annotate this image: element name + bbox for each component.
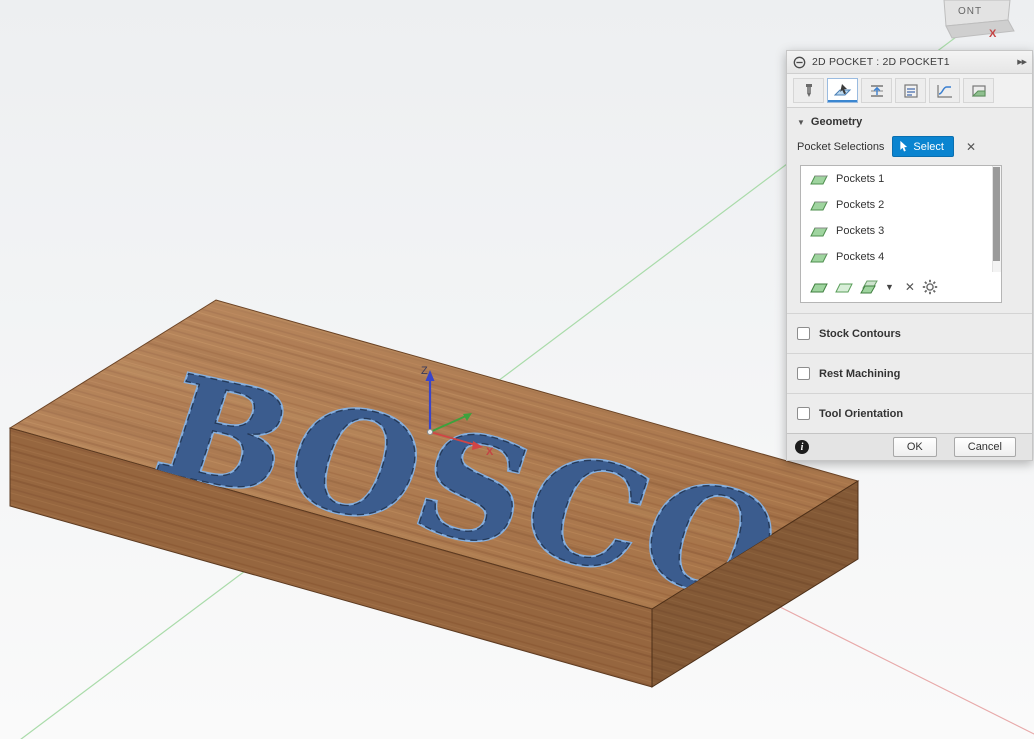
- pocket-item-label: Pockets 2: [836, 199, 884, 211]
- passes-icon: [902, 82, 920, 100]
- tool-orientation-label: Tool Orientation: [819, 408, 903, 420]
- geometry-select-icon: [834, 82, 852, 100]
- pocket-face-icon: [810, 251, 828, 264]
- tool-cutter-icon: [800, 82, 818, 100]
- view-cube[interactable]: ONT X: [944, 0, 1014, 40]
- pocket-item-label: Pockets 4: [836, 251, 884, 263]
- selection-mode-toolbar: ▼ ✕: [801, 272, 1001, 302]
- pocket-list-item-1[interactable]: Pockets 1: [801, 166, 1001, 192]
- tab-heights[interactable]: [861, 78, 892, 103]
- dialog-tab-strip: [787, 74, 1032, 108]
- section-collapse-triangle-icon: ▼: [797, 118, 805, 127]
- list-scrollbar-thumb[interactable]: [993, 167, 1000, 261]
- geometry-section-label: Geometry: [811, 116, 862, 128]
- rest-machining-label: Rest Machining: [819, 368, 900, 380]
- application-window: BOSCO BOSCO Z X ONT X: [0, 0, 1034, 739]
- select-button-label: Select: [913, 141, 944, 153]
- rest-machining-row: Rest Machining: [787, 353, 1032, 393]
- select-stacked-mode-icon[interactable]: [860, 280, 878, 294]
- origin-point: [427, 429, 432, 434]
- dialog-title: 2D POCKET : 2D POCKET1: [812, 56, 1011, 68]
- tab-geometry[interactable]: [827, 78, 858, 103]
- cancel-button[interactable]: Cancel: [954, 437, 1016, 457]
- info-icon-glyph: i: [801, 442, 804, 453]
- collapse-dialog-icon[interactable]: [793, 56, 806, 69]
- select-pocket-mode-icon[interactable]: [810, 281, 828, 294]
- stock-contours-checkbox[interactable]: [797, 327, 810, 340]
- 2d-pocket-dialog: 2D POCKET : 2D POCKET1 ▶▶: [786, 50, 1033, 461]
- cursor-arrow-icon: [899, 140, 908, 153]
- select-button[interactable]: Select: [892, 136, 954, 157]
- z-axis-label: Z: [421, 365, 428, 377]
- x-axis-label: X: [486, 446, 494, 458]
- pocket-face-icon: [810, 225, 828, 238]
- remove-selection-icon[interactable]: ✕: [905, 281, 915, 293]
- pocket-face-icon: [810, 199, 828, 212]
- pocket-list-rows: Pockets 1 Pockets 2 Pockets 3: [801, 166, 1001, 272]
- tab-linking[interactable]: [929, 78, 960, 103]
- pocket-list-item-3[interactable]: Pockets 3: [801, 218, 1001, 244]
- tool-orientation-checkbox[interactable]: [797, 407, 810, 420]
- pocket-face-icon: [810, 173, 828, 186]
- view-cube-x-label: X: [989, 28, 997, 40]
- tab-tool[interactable]: [793, 78, 824, 103]
- pocket-item-label: Pockets 3: [836, 225, 884, 237]
- pocket-item-label: Pockets 1: [836, 173, 884, 185]
- linking-icon: [936, 82, 954, 100]
- stock-contours-label: Stock Contours: [819, 328, 901, 340]
- pocket-selections-label: Pocket Selections: [797, 141, 884, 153]
- select-face-mode-icon[interactable]: [835, 281, 853, 294]
- ok-button[interactable]: OK: [893, 437, 937, 457]
- tab-stock[interactable]: [963, 78, 994, 103]
- pocket-selections-row: Pocket Selections Select ✕: [787, 134, 1032, 161]
- rest-machining-checkbox[interactable]: [797, 367, 810, 380]
- stock-contours-row: Stock Contours: [787, 313, 1032, 353]
- tool-orientation-row: Tool Orientation: [787, 393, 1032, 433]
- pocket-list-item-4[interactable]: Pockets 4: [801, 244, 1001, 270]
- dialog-titlebar[interactable]: 2D POCKET : 2D POCKET1 ▶▶: [787, 51, 1032, 74]
- tab-passes[interactable]: [895, 78, 926, 103]
- list-scrollbar[interactable]: [992, 166, 1001, 272]
- stock-icon: [970, 82, 988, 100]
- detach-dialog-icon[interactable]: ▶▶: [1017, 58, 1026, 66]
- pocket-selection-list: Pockets 1 Pockets 2 Pockets 3: [800, 165, 1002, 303]
- pocket-list-item-2[interactable]: Pockets 2: [801, 192, 1001, 218]
- geometry-section-header[interactable]: ▼ Geometry: [787, 108, 1032, 134]
- dialog-footer: i OK Cancel: [787, 433, 1032, 460]
- selection-mode-dropdown-icon[interactable]: ▼: [885, 282, 894, 292]
- info-icon[interactable]: i: [795, 440, 809, 454]
- clear-selection-icon[interactable]: ✕: [966, 141, 976, 153]
- selection-settings-gear-icon[interactable]: [922, 279, 938, 295]
- view-cube-face-label: ONT: [958, 6, 982, 17]
- heights-icon: [868, 82, 886, 100]
